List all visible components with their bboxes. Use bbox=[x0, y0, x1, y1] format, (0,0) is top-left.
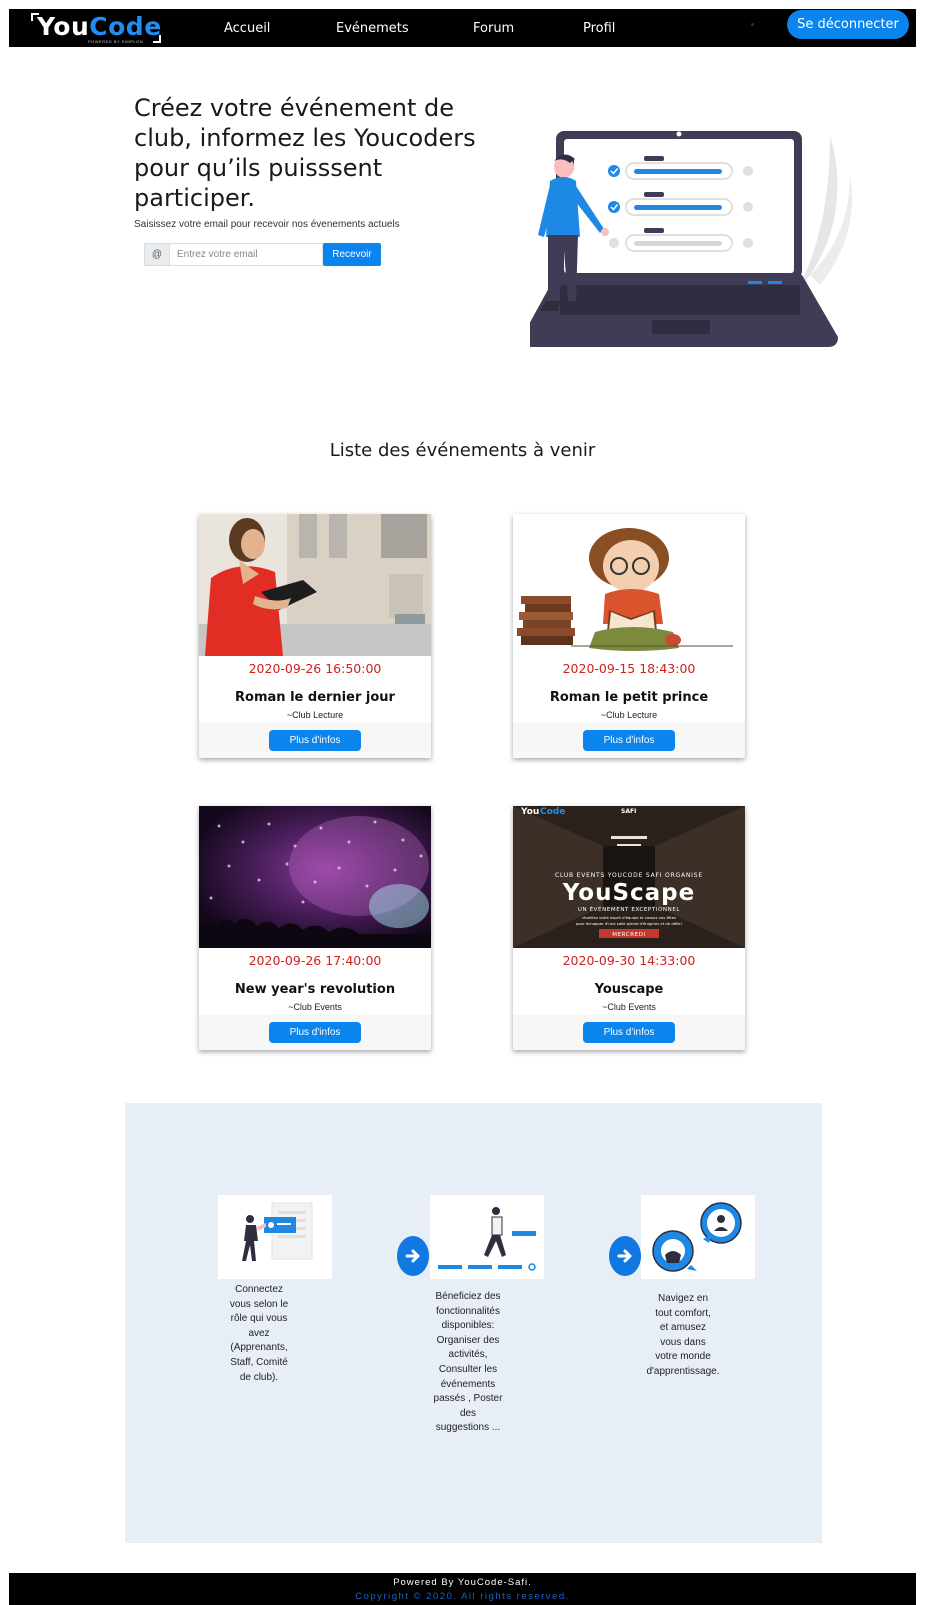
footer-powered-text: Powered By YouCode-Safi. bbox=[393, 1577, 532, 1588]
more-info-button[interactable]: Plus d'infos bbox=[583, 730, 675, 751]
hero-title: Créez votre événement de club, informez … bbox=[134, 94, 476, 212]
logout-button[interactable]: Se déconnecter bbox=[787, 10, 909, 39]
email-subscribe-form: @ Recevoir bbox=[144, 243, 381, 266]
top-navbar: YouCode POWERED BY SIMPLON Accueil Evéne… bbox=[9, 9, 916, 47]
events-section-title: Liste des événements à venir bbox=[329, 440, 596, 461]
more-info-button[interactable]: Plus d'infos bbox=[583, 1022, 675, 1043]
event-card: You Code SAFI CLUB EVENTS YOUCODE SAFI O… bbox=[513, 806, 745, 1050]
confetti-concert-photo bbox=[199, 806, 431, 948]
event-title: New year's revolution bbox=[234, 982, 396, 997]
nav-link-accueil[interactable]: Accueil bbox=[224, 21, 270, 36]
page-footer: Powered By YouCode-Safi. Copyright © 202… bbox=[9, 1573, 916, 1605]
feature-text: Béneficiez des fonctionnalités disponibl… bbox=[433, 1291, 503, 1434]
feature-text: Connectez vous selon le rôle qui vous av… bbox=[229, 1284, 289, 1383]
event-card: 2020-09-26 16:50:00 Roman le dernier jou… bbox=[199, 514, 431, 758]
woman-reading-photo bbox=[199, 514, 431, 656]
chat-illustration bbox=[641, 1195, 755, 1279]
svg-text:Code: Code bbox=[540, 807, 565, 817]
login-illustration bbox=[218, 1195, 332, 1279]
svg-text:MERCREDI: MERCREDI bbox=[612, 932, 646, 938]
event-club: ~Club Lecture bbox=[286, 710, 344, 720]
nav-dot bbox=[751, 23, 754, 26]
event-date: 2020-09-26 16:50:00 bbox=[248, 661, 382, 676]
logo-wordmark: YouCode bbox=[37, 12, 162, 41]
subscribe-button[interactable]: Recevoir bbox=[323, 243, 381, 266]
youcode-logo[interactable]: YouCode POWERED BY SIMPLON bbox=[31, 11, 161, 45]
logo-bracket-bottom-right bbox=[153, 35, 161, 43]
event-club: ~Club Events bbox=[288, 1002, 342, 1012]
logo-tagline: POWERED BY SIMPLON bbox=[88, 39, 144, 44]
svg-text:UN ÉVÉNEMENT EXCEPTIONNEL: UN ÉVÉNEMENT EXCEPTIONNEL bbox=[578, 905, 681, 913]
more-info-button[interactable]: Plus d'infos bbox=[269, 1022, 361, 1043]
feature-text: Navigez en tout comfort, et amusez vous … bbox=[646, 1293, 720, 1377]
svg-text:réveillez votre esprit d'équip: réveillez votre esprit d'équipe et casse… bbox=[582, 915, 676, 920]
email-input[interactable] bbox=[169, 243, 323, 266]
arrow-right-icon bbox=[397, 1236, 429, 1276]
hero-subtitle: Saisissez votre email pour recevoir nos … bbox=[134, 219, 400, 230]
boy-reading-illustration bbox=[513, 514, 745, 656]
nav-link-evenements[interactable]: Evénemets bbox=[336, 21, 409, 36]
event-date: 2020-09-30 14:33:00 bbox=[562, 953, 696, 968]
more-info-button[interactable]: Plus d'infos bbox=[269, 730, 361, 751]
laptop-checklist-illustration bbox=[530, 131, 852, 347]
nav-link-profil[interactable]: Profil bbox=[583, 21, 615, 36]
event-date: 2020-09-15 18:43:00 bbox=[562, 661, 696, 676]
footer-copyright: Copyright © 2020. All rights reserved. bbox=[355, 1591, 570, 1602]
event-title: Roman le petit prince bbox=[549, 690, 709, 705]
event-club: ~Club Events bbox=[602, 1002, 656, 1012]
svg-text:YouScape: YouScape bbox=[562, 880, 696, 906]
svg-text:SAFI: SAFI bbox=[621, 808, 636, 815]
event-club: ~Club Lecture bbox=[600, 710, 658, 720]
features-illustration bbox=[430, 1195, 544, 1279]
svg-text:CLUB EVENTS YOUCODE SAFI ORGAN: CLUB EVENTS YOUCODE SAFI ORGANISE bbox=[555, 872, 703, 879]
arrow-right-icon bbox=[609, 1236, 641, 1276]
event-date: 2020-09-26 17:40:00 bbox=[248, 953, 382, 968]
features-section: Connectez vous selon le rôle qui vous av… bbox=[125, 1103, 822, 1543]
event-card: 2020-09-26 17:40:00 New year's revolutio… bbox=[199, 806, 431, 1050]
at-sign-icon: @ bbox=[144, 243, 169, 266]
youscape-poster: You Code SAFI CLUB EVENTS YOUCODE SAFI O… bbox=[513, 806, 745, 948]
nav-link-forum[interactable]: Forum bbox=[473, 21, 514, 36]
event-card: 2020-09-15 18:43:00 Roman le petit princ… bbox=[513, 514, 745, 758]
event-title: Roman le dernier jour bbox=[235, 690, 395, 705]
event-title: Youscape bbox=[594, 982, 664, 997]
svg-text:pour échapper d'une salle plei: pour échapper d'une salle pleine d'énigm… bbox=[576, 921, 682, 926]
svg-text:You: You bbox=[520, 807, 539, 817]
